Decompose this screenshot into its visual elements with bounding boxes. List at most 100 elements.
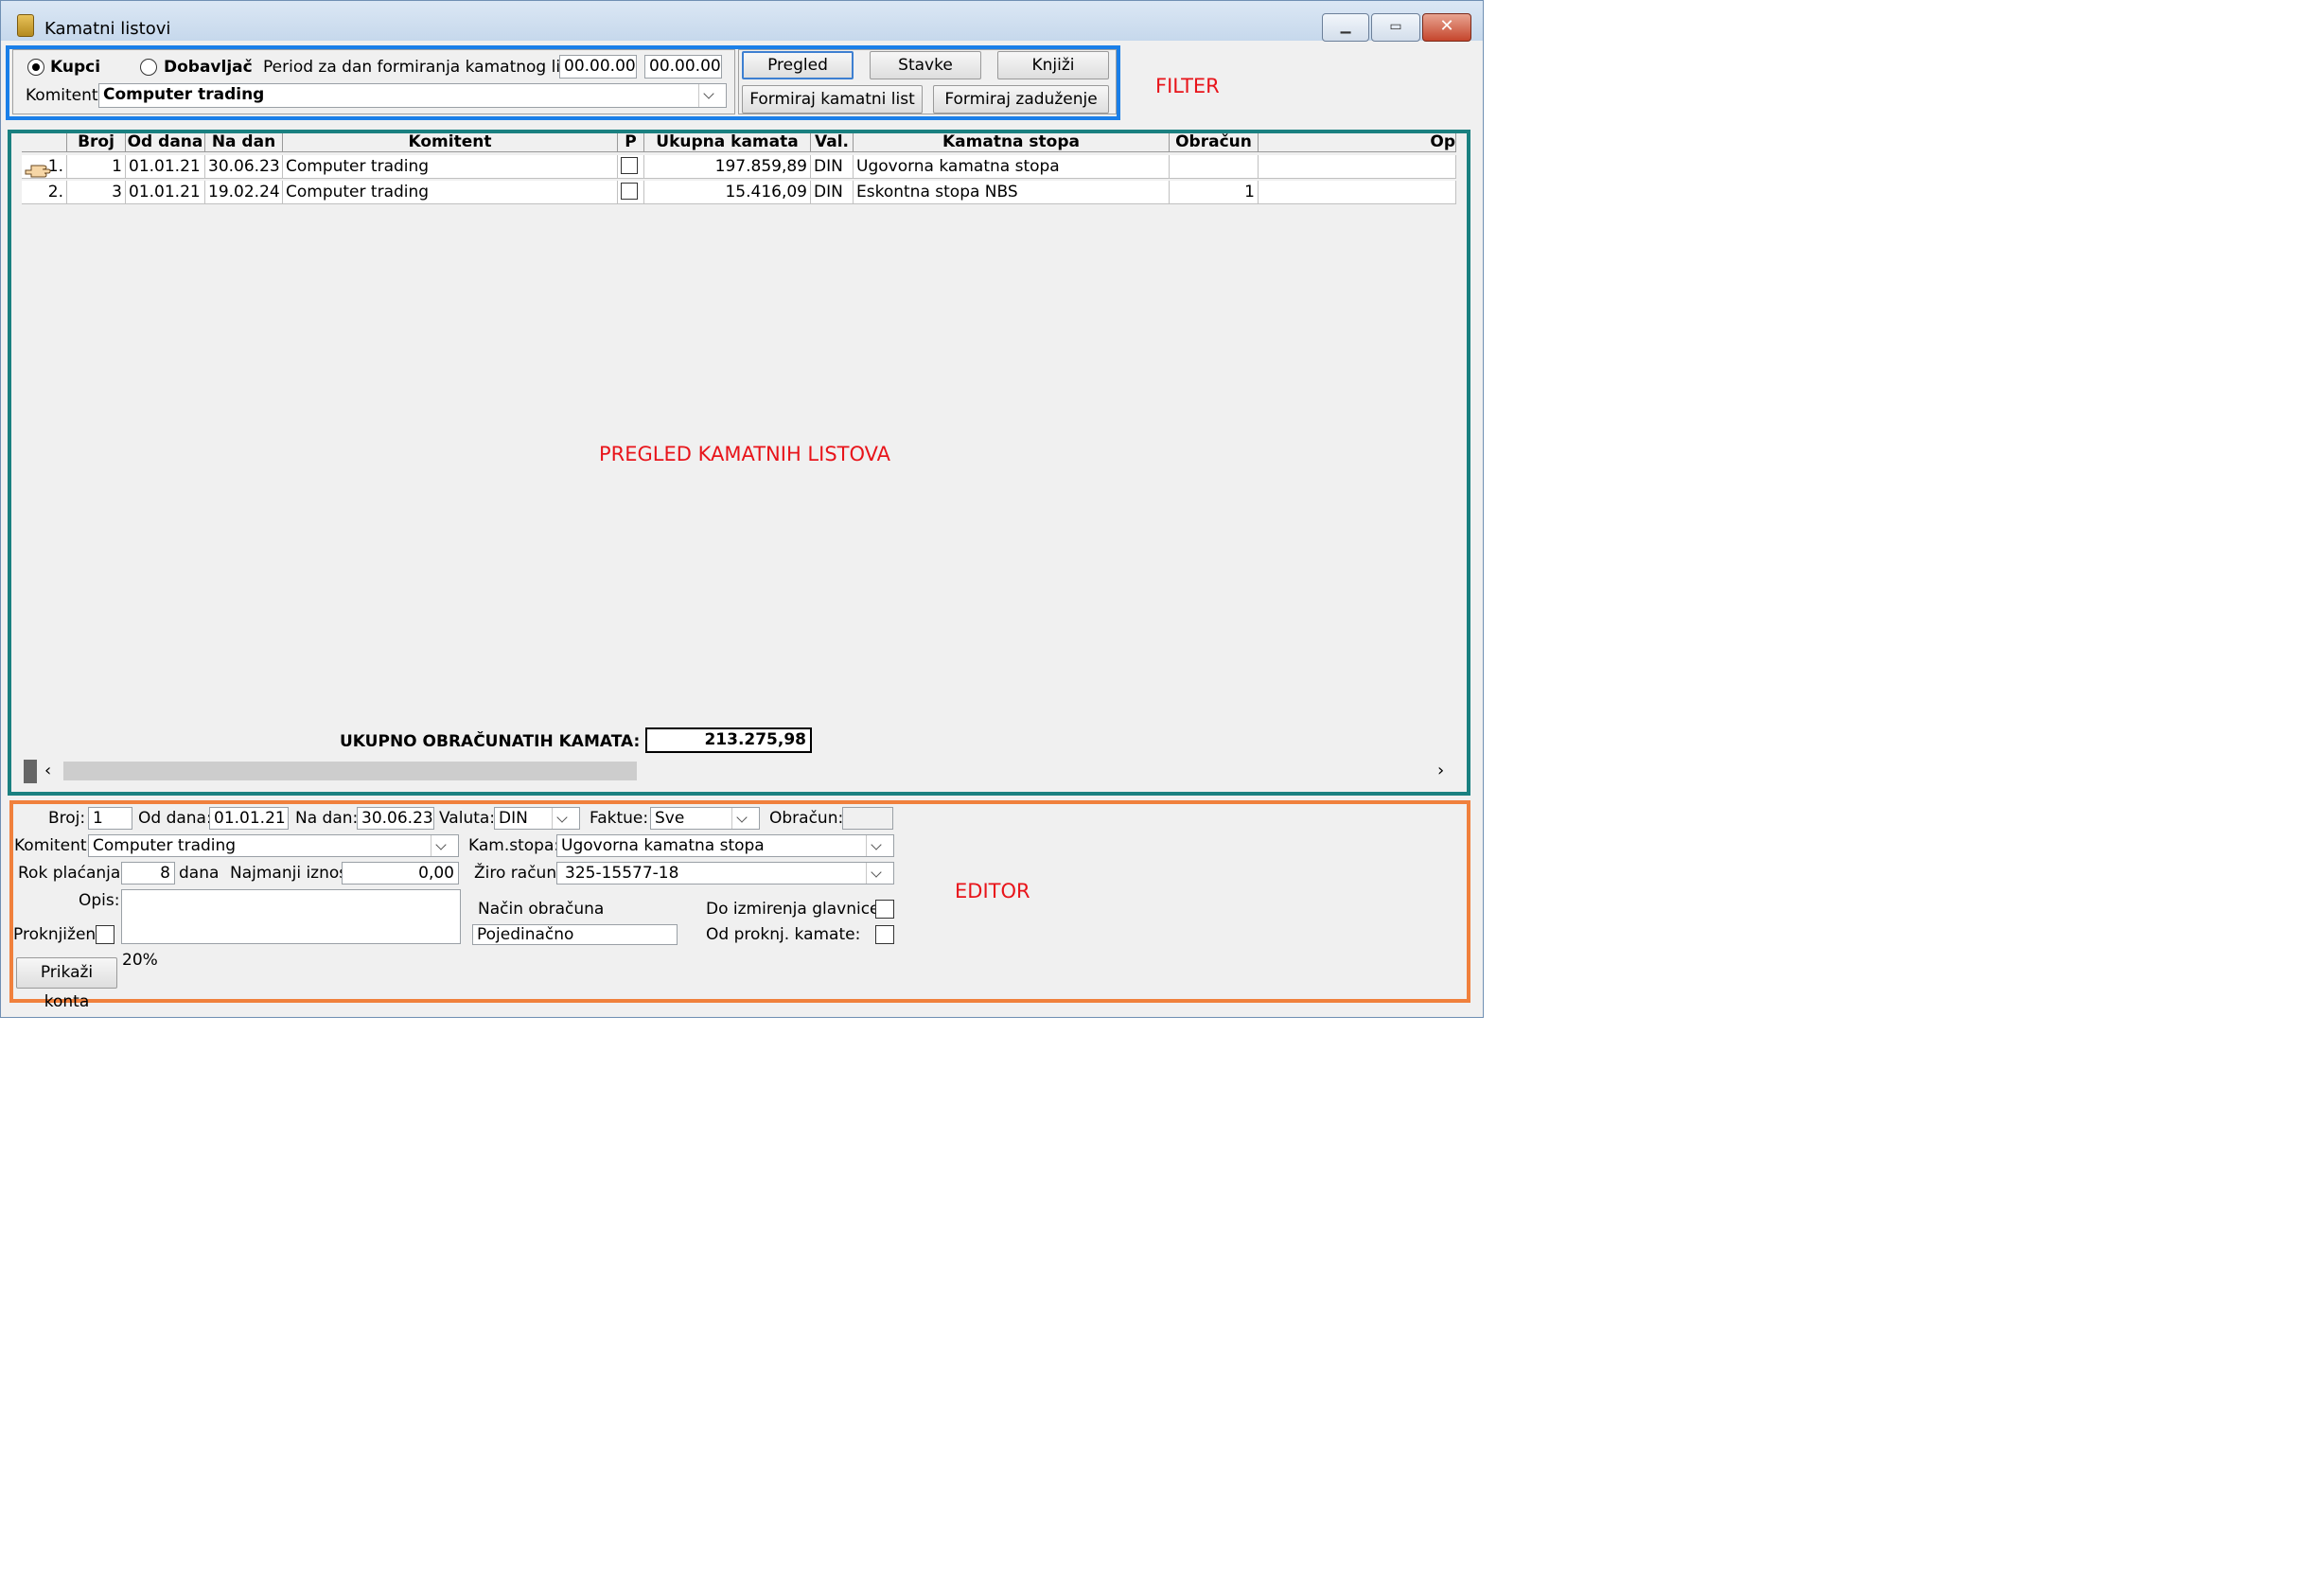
editor-annotation: EDITOR xyxy=(955,880,1030,902)
do-izmirenja-checkbox[interactable] xyxy=(875,900,894,919)
broj-label: Broj: xyxy=(48,809,86,828)
table-cell[interactable]: Computer trading xyxy=(283,155,618,179)
close-button[interactable]: ✕ xyxy=(1422,13,1471,42)
komitent-select[interactable]: Computer trading xyxy=(88,834,459,857)
table-cell[interactable]: 30.06.23 xyxy=(205,155,283,179)
filter-komitent-select[interactable]: Computer trading xyxy=(98,83,727,108)
dana-label: dana xyxy=(179,864,220,883)
chevron-down-icon[interactable] xyxy=(698,84,719,107)
radio-dobavljac[interactable] xyxy=(140,59,157,76)
close-icon: ✕ xyxy=(1439,16,1454,36)
chevron-down-icon[interactable] xyxy=(552,808,572,829)
kam-stopa-label: Kam.stopa: xyxy=(468,836,560,855)
table-cell[interactable]: 01.01.21 xyxy=(126,181,205,204)
col-broj[interactable]: Broj xyxy=(67,133,126,152)
opis-textarea[interactable] xyxy=(121,889,461,944)
ziro-racun-label: Žiro račun: xyxy=(474,864,562,883)
valuta-label: Valuta: xyxy=(439,809,496,828)
col-ukupna-kamata[interactable]: Ukupna kamata xyxy=(644,133,811,152)
table-cell[interactable]: 1 xyxy=(1170,181,1259,204)
ziro-racun-select[interactable]: 325-15577-18 xyxy=(556,862,894,885)
total-value: 213.275,98 xyxy=(645,727,812,753)
formiraj-kamatni-list-button[interactable]: Formiraj kamatni list xyxy=(742,85,923,114)
chevron-down-icon[interactable] xyxy=(731,808,752,829)
table-cell[interactable]: Eskontna stopa NBS xyxy=(854,181,1170,204)
progress-percent: 20% xyxy=(122,951,158,970)
title-bar: Kamatni listovi ▁ ▭ ✕ xyxy=(1,1,1483,42)
scrollbar-marker xyxy=(24,760,37,783)
obracun-input xyxy=(842,807,893,830)
period-label: Period za dan formiranja kamatnog lista: xyxy=(263,58,590,77)
table-cell[interactable]: 01.01.21 xyxy=(126,155,205,179)
radio-kupci[interactable] xyxy=(27,59,44,76)
filter-komitent-label: Komitent: xyxy=(26,86,104,105)
chevron-down-icon[interactable] xyxy=(866,863,887,884)
maximize-icon: ▭ xyxy=(1389,19,1402,34)
row-p-checkbox[interactable] xyxy=(621,183,638,200)
scroll-right-icon[interactable]: › xyxy=(1437,761,1444,780)
faktue-label: Faktue: xyxy=(590,809,649,828)
knjizi-button[interactable]: Knjiži xyxy=(997,51,1109,79)
od-proknj-label: Od proknj. kamate: xyxy=(706,925,861,944)
broj-input[interactable]: 1 xyxy=(88,807,132,830)
scrollbar-thumb[interactable] xyxy=(63,762,637,780)
nacin-obracuna-label: Način obračuna xyxy=(478,900,605,919)
col-val[interactable]: Val. xyxy=(811,133,854,152)
col-op[interactable]: Op xyxy=(1259,133,1456,152)
formiraj-zaduzenje-button[interactable]: Formiraj zaduženje xyxy=(933,85,1109,114)
grid-corner xyxy=(22,133,67,152)
table-cell[interactable]: 3 xyxy=(67,181,126,204)
period-to-input[interactable]: 00.00.00 xyxy=(644,55,722,79)
col-obracun[interactable]: Obračun xyxy=(1170,133,1259,152)
filter-annotation: FILTER xyxy=(1155,75,1220,97)
col-od-dana[interactable]: Od dana xyxy=(126,133,205,152)
komitent-label: Komitent: xyxy=(14,836,93,855)
prikazi-konta-button[interactable]: Prikaži konta xyxy=(16,957,117,1011)
rok-placanja-label: Rok plaćanja: xyxy=(18,864,127,883)
proknjizen-checkbox[interactable] xyxy=(96,925,114,944)
period-from-input[interactable]: 00.00.00 xyxy=(559,55,637,79)
maximize-button[interactable]: ▭ xyxy=(1371,13,1420,42)
od-proknj-checkbox[interactable] xyxy=(875,925,894,944)
window-title: Kamatni listovi xyxy=(44,19,171,39)
chevron-down-icon[interactable] xyxy=(431,835,451,856)
od-dana-label: Od dana: xyxy=(138,809,212,828)
col-p[interactable]: P xyxy=(618,133,644,152)
scroll-left-icon[interactable]: ‹ xyxy=(44,761,51,780)
table-cell[interactable] xyxy=(1170,155,1259,179)
table-cell[interactable] xyxy=(1259,155,1456,179)
kam-stopa-select[interactable]: Ugovorna kamatna stopa xyxy=(556,834,894,857)
col-komitent[interactable]: Komitent xyxy=(283,133,618,152)
table-cell[interactable]: Computer trading xyxy=(283,181,618,204)
od-dana-input[interactable]: 01.01.21 xyxy=(209,807,289,830)
table-cell[interactable]: 1 xyxy=(67,155,126,179)
table-cell[interactable]: 15.416,09 xyxy=(644,181,811,204)
najmanji-iznos-input[interactable]: 0,00 xyxy=(342,862,459,885)
na-dan-label: Na dan: xyxy=(295,809,359,828)
table-cell[interactable]: DIN xyxy=(811,181,854,204)
table-cell[interactable]: Ugovorna kamatna stopa xyxy=(854,155,1170,179)
opis-label: Opis: xyxy=(79,891,120,910)
horizontal-scrollbar[interactable]: ‹ › xyxy=(22,759,1456,784)
chevron-down-icon[interactable] xyxy=(866,835,887,856)
table-cell[interactable]: 197.859,89 xyxy=(644,155,811,179)
pregled-button[interactable]: Pregled xyxy=(742,51,854,79)
nacin-obracuna-input[interactable]: Pojedinačno xyxy=(472,924,678,945)
table-cell xyxy=(618,181,644,204)
app-icon xyxy=(17,14,34,37)
stavke-button[interactable]: Stavke xyxy=(870,51,981,79)
col-na-dan[interactable]: Na dan xyxy=(205,133,283,152)
obracun-label: Obračun: xyxy=(769,809,844,828)
col-kamatna-stopa[interactable]: Kamatna stopa xyxy=(854,133,1170,152)
row-indicator[interactable]: 2. xyxy=(22,181,67,204)
rok-placanja-input[interactable]: 8 xyxy=(121,862,175,885)
na-dan-input[interactable]: 30.06.23 xyxy=(357,807,434,830)
table-cell[interactable] xyxy=(1259,181,1456,204)
minimize-icon: ▁ xyxy=(1340,19,1351,34)
total-label: UKUPNO OBRAČUNATIH KAMATA: xyxy=(340,732,641,751)
table-cell[interactable]: DIN xyxy=(811,155,854,179)
minimize-button[interactable]: ▁ xyxy=(1322,13,1369,42)
table-cell[interactable]: 19.02.24 xyxy=(205,181,283,204)
row-p-checkbox[interactable] xyxy=(621,157,638,174)
najmanji-iznos-label: Najmanji iznos: xyxy=(230,864,353,883)
